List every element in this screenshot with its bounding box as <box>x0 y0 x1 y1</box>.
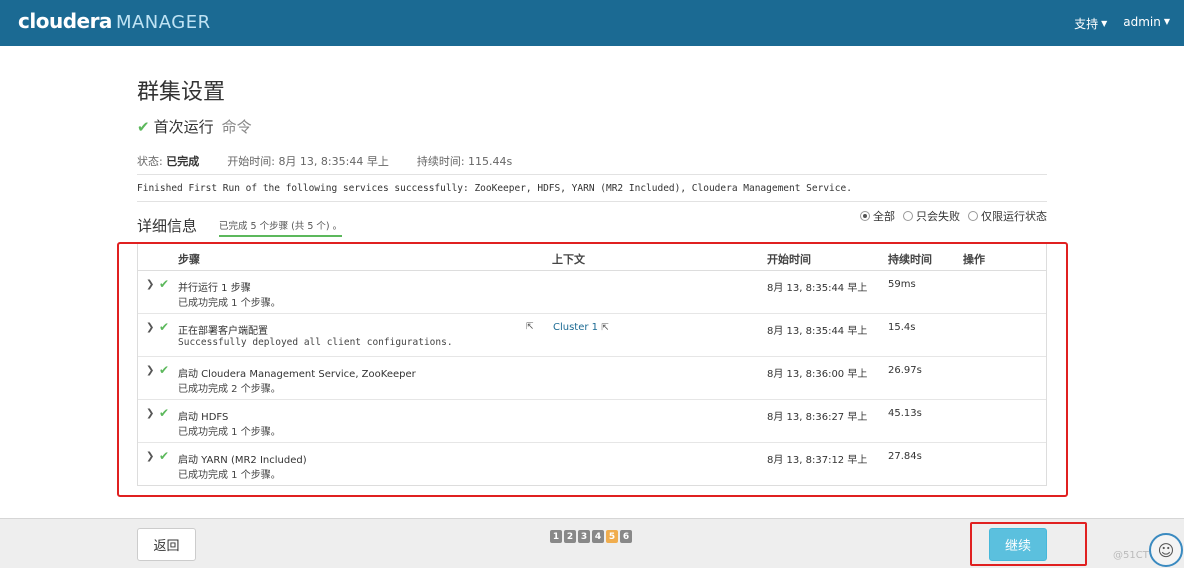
result-message: Finished First Run of the following serv… <box>137 183 852 194</box>
back-button[interactable]: 返回 <box>137 528 196 561</box>
duration-value: 115.44s <box>468 155 513 168</box>
filter-all[interactable]: 全部 <box>860 208 895 224</box>
wizard-step: 1 <box>550 530 562 543</box>
start-time-label: 开始时间: <box>227 155 275 168</box>
duration-label: 持续时间: <box>416 155 465 168</box>
status-label: 状态: <box>137 155 163 168</box>
radio-icon[interactable] <box>968 211 978 221</box>
wizard-step: 6 <box>620 530 632 543</box>
top-nav-menu: 支持 ▼ admin ▼ <box>1074 15 1170 32</box>
wizard-step: 3 <box>578 530 590 543</box>
page-title: 群集设置 <box>137 80 226 105</box>
divider <box>137 174 1047 175</box>
brand-suffix: MANAGER <box>115 12 211 33</box>
filter-running-label: 仅限运行状态 <box>981 210 1047 223</box>
top-navbar: cloudera MANAGER 支持 ▼ admin ▼ <box>0 0 1184 46</box>
highlight-annotation-box <box>117 242 1068 497</box>
check-icon: ✔ <box>137 117 150 136</box>
command-label: 命令 <box>221 118 252 136</box>
wizard-step-indicator: 1 2 3 4 5 6 <box>550 530 632 543</box>
user-menu[interactable]: admin ▼ <box>1123 15 1170 32</box>
avatar[interactable]: ☺ <box>1149 533 1183 567</box>
support-menu-label: 支持 <box>1074 17 1099 31</box>
command-status: 状态: 已完成 开始时间: 8月 13, 8:35:44 早上 持续时间: 11… <box>137 153 512 169</box>
user-menu-label: admin <box>1123 15 1161 29</box>
caret-down-icon: ▼ <box>1101 19 1108 28</box>
filter-running-only[interactable]: 仅限运行状态 <box>968 208 1047 224</box>
radio-icon[interactable] <box>903 211 913 221</box>
command-name: 首次运行 <box>153 118 214 136</box>
support-menu[interactable]: 支持 ▼ <box>1074 15 1107 32</box>
wizard-step-current: 5 <box>606 530 618 543</box>
filter-failed-label: 只会失败 <box>916 210 960 223</box>
radio-selected-icon[interactable] <box>860 211 870 221</box>
command-title: ✔ 首次运行 命令 <box>137 116 252 137</box>
cat-face-icon: ☺ <box>1157 540 1175 560</box>
brand-logo[interactable]: cloudera MANAGER <box>18 9 211 33</box>
watermark-text: @51CT <box>1113 550 1149 561</box>
step-filter-group: 全部 只会失败 仅限运行状态 <box>860 208 1047 224</box>
start-time-item: 开始时间: 8月 13, 8:35:44 早上 <box>227 153 389 169</box>
details-title: 详细信息 <box>137 217 198 235</box>
start-time-value: 8月 13, 8:35:44 早上 <box>278 155 389 168</box>
filter-all-label: 全部 <box>873 210 895 223</box>
brand-name: cloudera <box>18 9 112 33</box>
highlight-annotation-box <box>970 522 1087 566</box>
details-summary: 已完成 5 个步骤 (共 5 个) 。 <box>219 218 343 237</box>
status-item: 状态: 已完成 <box>137 153 199 169</box>
wizard-step: 2 <box>564 530 576 543</box>
wizard-step: 4 <box>592 530 604 543</box>
caret-down-icon: ▼ <box>1163 17 1170 26</box>
filter-failed-only[interactable]: 只会失败 <box>903 208 960 224</box>
status-value: 已完成 <box>166 155 200 168</box>
duration-item: 持续时间: 115.44s <box>417 153 512 169</box>
divider <box>137 201 1047 202</box>
